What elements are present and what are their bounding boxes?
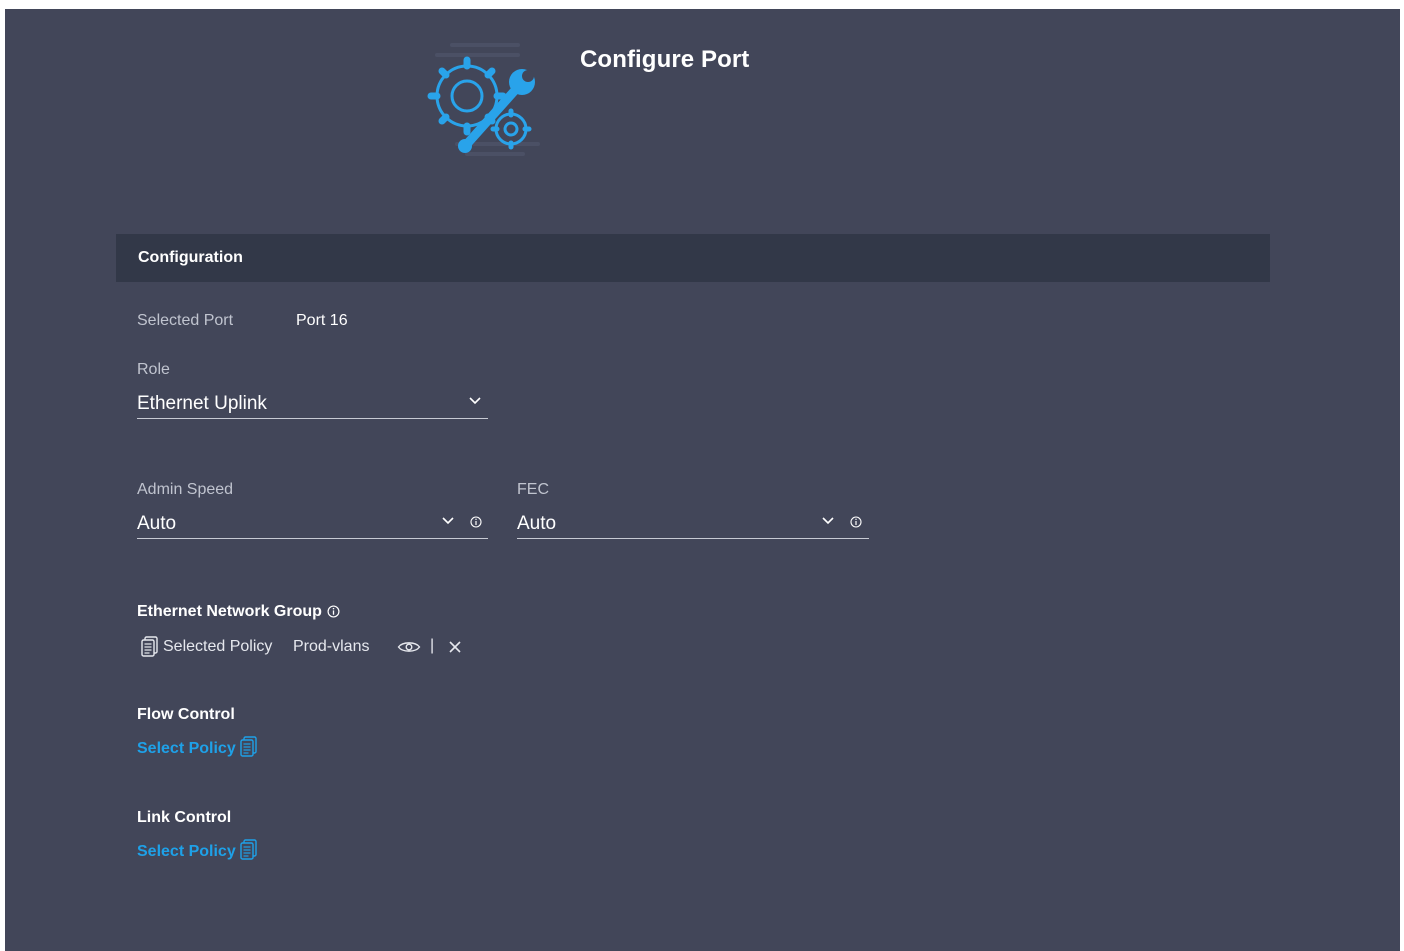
role-select-value: Ethernet Uplink — [137, 393, 267, 414]
info-icon[interactable] — [327, 605, 340, 618]
flow-control-policy-document-icon[interactable] — [240, 736, 257, 757]
gear-wrench-icon — [427, 43, 540, 156]
selected-port-label: Selected Port — [137, 312, 234, 329]
policy-document-icon — [141, 636, 158, 657]
fec-select-value: Auto — [517, 513, 557, 534]
chevron-down-icon — [822, 517, 834, 525]
link-control-policy-document-icon[interactable] — [240, 839, 257, 860]
view-policy-eye-icon[interactable] — [397, 640, 421, 654]
link-control-select-policy-link[interactable]: Select Policy — [137, 843, 236, 861]
role-select[interactable]: Ethernet Uplink — [137, 391, 488, 419]
role-label: Role — [137, 361, 170, 378]
link-control-title: Link Control — [137, 809, 232, 826]
flow-control-select-policy-link[interactable]: Select Policy — [137, 740, 236, 758]
flow-control-title: Flow Control — [137, 706, 235, 723]
selected-port-value: Port 16 — [296, 312, 348, 329]
admin-speed-label: Admin Speed — [137, 481, 234, 498]
info-icon[interactable] — [470, 516, 482, 528]
ethernet-network-group-title: Ethernet Network Group — [137, 603, 322, 620]
chevron-down-icon — [442, 517, 454, 525]
info-icon[interactable] — [850, 516, 862, 528]
remove-policy-close-icon[interactable] — [449, 641, 461, 653]
fec-select[interactable]: Auto — [517, 511, 869, 539]
selected-policy-value: Prod-vlans — [293, 638, 370, 655]
selected-policy-label: Selected Policy — [163, 638, 273, 655]
admin-speed-select-value: Auto — [137, 513, 177, 534]
chevron-down-icon — [469, 397, 481, 405]
page-title: Configure Port — [580, 46, 750, 73]
section-header-configuration: Configuration — [116, 234, 1270, 282]
fec-label: FEC — [517, 481, 549, 498]
admin-speed-select[interactable]: Auto — [137, 511, 488, 539]
action-separator: | — [430, 637, 435, 654]
